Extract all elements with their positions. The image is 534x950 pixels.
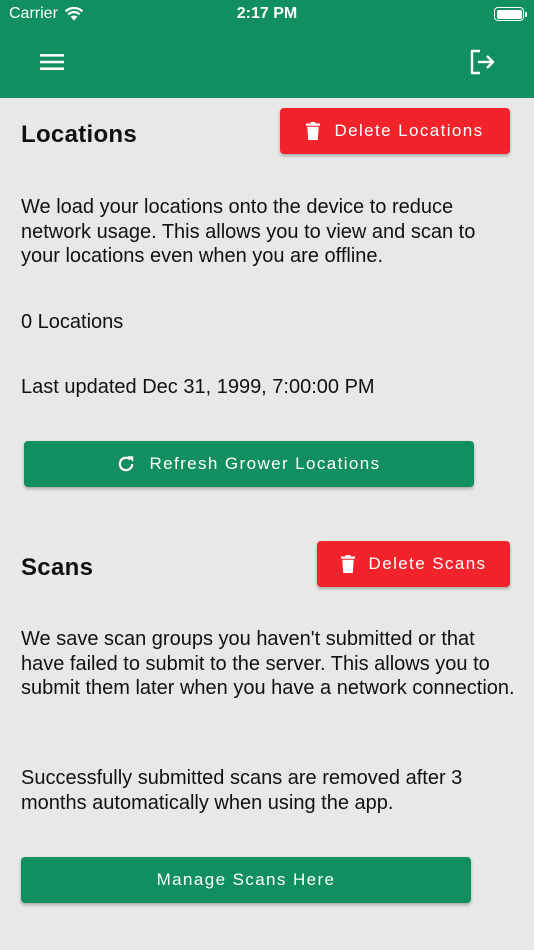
status-bar: Carrier 2:17 PM bbox=[0, 0, 534, 30]
menu-button[interactable] bbox=[36, 46, 68, 78]
logout-button[interactable] bbox=[466, 46, 498, 78]
delete-scans-label: Delete Scans bbox=[368, 554, 487, 573]
refresh-locations-button[interactable]: Refresh Grower Locations bbox=[24, 441, 474, 487]
refresh-locations-label: Refresh Grower Locations bbox=[149, 454, 381, 473]
locations-last-updated: Last updated Dec 31, 1999, 7:00:00 PM bbox=[21, 376, 375, 398]
hamburger-icon bbox=[40, 54, 64, 70]
locations-count: 0 Locations bbox=[21, 311, 124, 333]
battery-icon bbox=[494, 7, 527, 21]
locations-description: We load your locations onto the device t… bbox=[21, 196, 476, 267]
refresh-icon bbox=[119, 456, 134, 472]
scans-title: Scans bbox=[21, 554, 94, 581]
scans-retention-note: Successfully submitted scans are removed… bbox=[21, 767, 463, 814]
scans-description: We save scan groups you haven't submitte… bbox=[21, 628, 515, 699]
trash-icon bbox=[306, 122, 321, 140]
logout-icon bbox=[470, 49, 495, 75]
manage-scans-label: Manage Scans Here bbox=[156, 870, 336, 889]
delete-scans-button[interactable]: Delete Scans bbox=[317, 541, 510, 587]
locations-title: Locations bbox=[21, 121, 138, 148]
delete-locations-label: Delete Locations bbox=[334, 121, 484, 140]
trash-icon bbox=[340, 555, 355, 573]
status-time: 2:17 PM bbox=[236, 5, 298, 22]
delete-locations-button[interactable]: Delete Locations bbox=[280, 108, 510, 154]
manage-scans-button[interactable]: Manage Scans Here bbox=[21, 857, 471, 903]
app-header: Carrier 2:17 PM bbox=[0, 0, 534, 98]
